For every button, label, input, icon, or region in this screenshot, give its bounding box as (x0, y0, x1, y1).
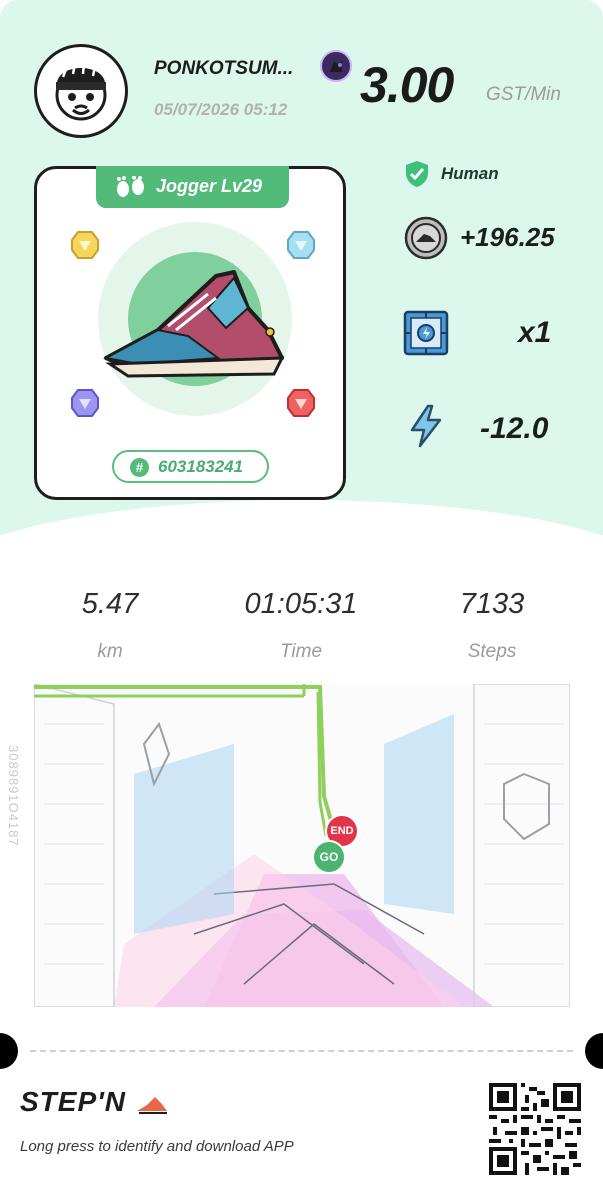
qr-code-icon[interactable] (489, 1083, 581, 1175)
energy-bolt-icon (410, 404, 442, 448)
steps-value: 7133 (459, 588, 525, 620)
sneaker-image (103, 270, 285, 378)
earnings-value: 3.00 (360, 57, 454, 113)
metric-distance: 5.47 km (30, 588, 190, 663)
metric-time: 01:05:31 Time (221, 588, 381, 663)
route-map-illustration (34, 684, 570, 1007)
human-label: Human (441, 164, 499, 183)
go-label: GO (319, 850, 339, 864)
divider-dashed (30, 1050, 573, 1052)
end-label: END (330, 825, 354, 837)
time-label: Time (279, 641, 323, 662)
time-value: 01:05:31 (244, 588, 358, 620)
ticket-notch-right (585, 1033, 603, 1069)
sneaker-id: 603183241 (158, 457, 244, 476)
sneaker-level-label: Jogger Lv29 (156, 176, 263, 196)
shield-check-icon (406, 161, 428, 187)
go-marker: GO (312, 840, 346, 874)
earnings-unit: GST/Min (486, 84, 561, 105)
sneaker-level-tab: Jogger Lv29 (96, 166, 289, 208)
stepn-logo-text: STEP'N (20, 1086, 127, 1117)
gem-blue-icon (287, 231, 315, 259)
mystery-box-icon (403, 310, 449, 356)
distance-label: km (97, 641, 123, 662)
profile-badge-icon (320, 50, 352, 82)
ticket-notch-left (0, 1033, 18, 1069)
watermark-code: 3089891O4187 (6, 745, 21, 847)
gem-yellow-icon (71, 231, 99, 259)
profile-name: PONKOTSUM... (154, 58, 294, 79)
footprints-icon (117, 176, 144, 197)
multiplier-value: x1 (518, 316, 552, 349)
download-hint: Long press to identify and download APP (20, 1138, 294, 1155)
hash-icon: # (130, 458, 149, 477)
gem-purple-icon (71, 389, 99, 417)
score-value: +196.25 (460, 222, 555, 252)
distance-value: 5.47 (81, 588, 139, 620)
sneaker-logo-icon (136, 1096, 167, 1114)
share-card: PONKOTSUM... 05/07/2026 05:12 3.00 GST/M… (0, 0, 603, 1200)
avatar[interactable] (34, 44, 128, 138)
stepn-logo: STEP'N (20, 1086, 169, 1118)
route-map[interactable]: END GO (34, 684, 570, 1007)
sneaker-coin-icon (404, 216, 448, 260)
metric-steps: 7133 Steps (412, 588, 572, 663)
sneaker-id-pill[interactable]: # 603183241 (112, 450, 269, 483)
energy-value: -12.0 (480, 412, 549, 445)
profile-date: 05/07/2026 05:12 (154, 100, 288, 119)
steps-label: Steps (467, 641, 517, 662)
gem-red-icon (287, 389, 315, 417)
cartoon-avatar-icon (55, 62, 107, 121)
